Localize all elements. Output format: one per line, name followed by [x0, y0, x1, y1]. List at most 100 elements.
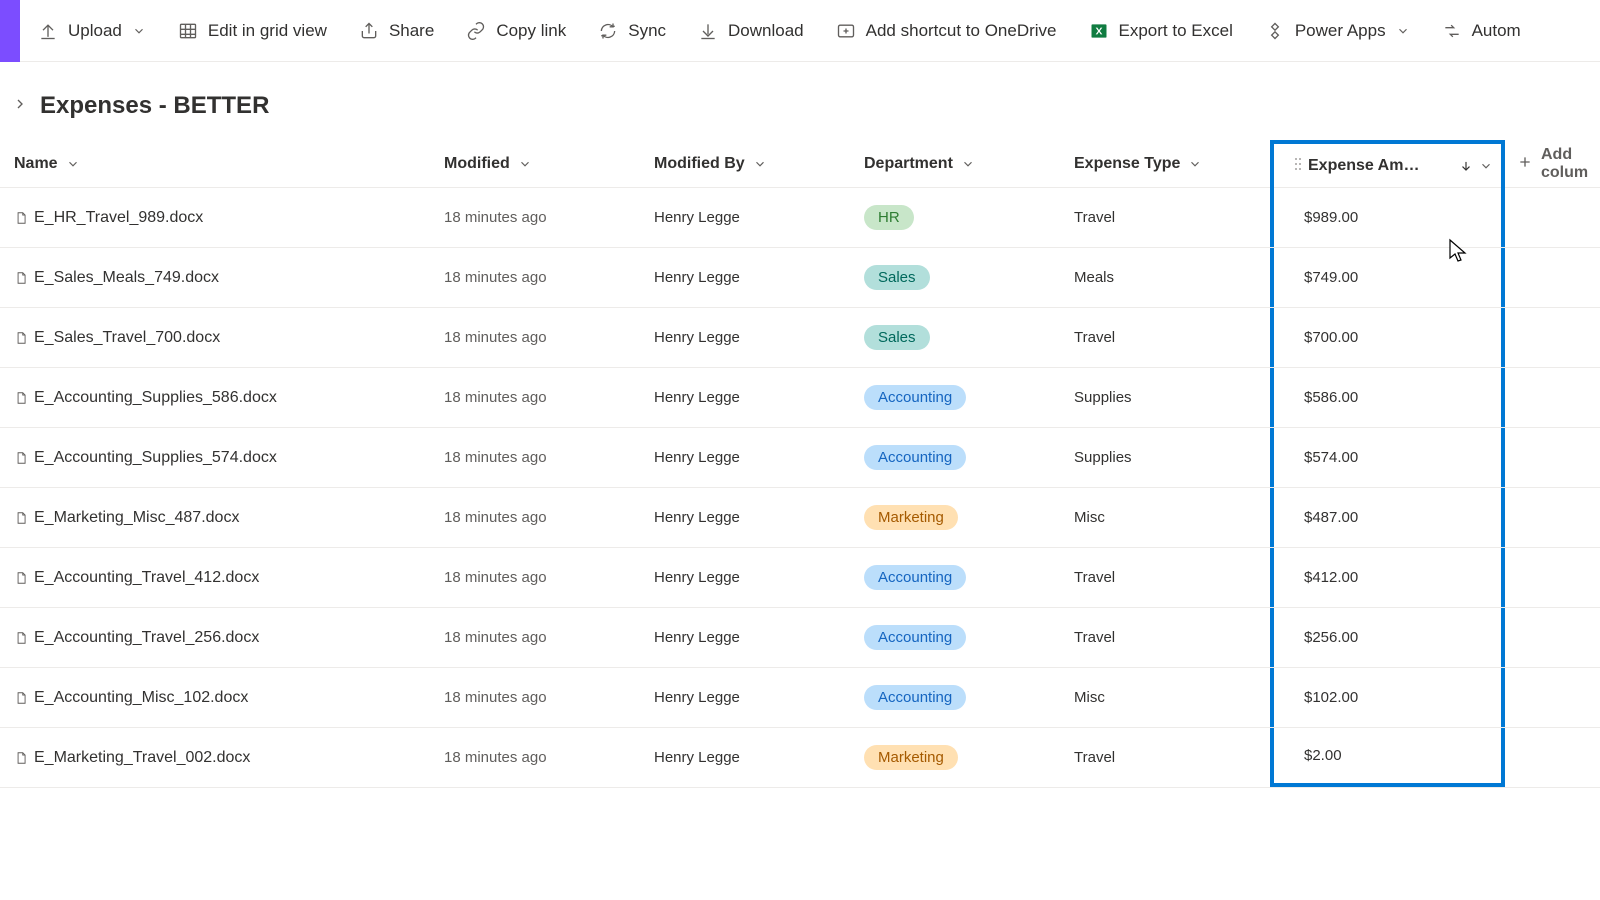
onedrive-shortcut-icon: [836, 21, 856, 41]
column-header-modified-by[interactable]: Modified By: [640, 140, 850, 188]
chevron-down-icon: [518, 157, 532, 171]
file-name-cell[interactable]: E_Sales_Travel_700.docx: [0, 308, 430, 367]
excel-icon: [1089, 21, 1109, 41]
expense-amount-cell: $574.00: [1270, 428, 1505, 487]
copy-link-button[interactable]: Copy link: [452, 13, 580, 49]
table-row[interactable]: E_Marketing_Travel_002.docx 18 minutes a…: [0, 728, 1600, 788]
file-name-cell[interactable]: E_Accounting_Supplies_586.docx: [0, 368, 430, 427]
chevron-down-icon[interactable]: [1479, 159, 1493, 173]
column-header-name[interactable]: Name: [0, 140, 430, 188]
table-row[interactable]: E_Marketing_Misc_487.docx 18 minutes ago…: [0, 488, 1600, 548]
power-apps-button[interactable]: Power Apps: [1251, 13, 1424, 49]
file-name-cell[interactable]: E_HR_Travel_989.docx: [0, 188, 430, 247]
department-cell: Sales: [850, 308, 1060, 367]
file-name-cell[interactable]: E_Marketing_Travel_002.docx: [0, 728, 430, 787]
department-cell: Accounting: [850, 608, 1060, 667]
add-shortcut-button[interactable]: Add shortcut to OneDrive: [822, 13, 1071, 49]
add-column-button[interactable]: Add colum: [1505, 140, 1600, 188]
department-pill[interactable]: Sales: [864, 265, 930, 290]
expense-type-cell: Meals: [1060, 248, 1270, 307]
document-icon: [14, 211, 28, 225]
table-row[interactable]: E_Accounting_Supplies_574.docx 18 minute…: [0, 428, 1600, 488]
chevron-right-icon[interactable]: [12, 96, 28, 116]
expense-type-cell: Travel: [1060, 188, 1270, 247]
modified-by-cell: Henry Legge: [640, 308, 850, 367]
add-shortcut-label: Add shortcut to OneDrive: [866, 21, 1057, 41]
upload-button[interactable]: Upload: [24, 13, 160, 49]
file-name-cell[interactable]: E_Accounting_Supplies_574.docx: [0, 428, 430, 487]
column-label: Expense Am…: [1308, 157, 1419, 175]
department-pill[interactable]: Marketing: [864, 745, 958, 770]
file-name-cell[interactable]: E_Accounting_Travel_256.docx: [0, 608, 430, 667]
table-row[interactable]: E_Sales_Travel_700.docx 18 minutes ago H…: [0, 308, 1600, 368]
chevron-down-icon: [132, 24, 146, 38]
sync-label: Sync: [628, 21, 666, 41]
empty-cell: [1505, 728, 1600, 787]
department-pill[interactable]: Accounting: [864, 445, 966, 470]
chevron-down-icon: [753, 157, 767, 171]
column-header-modified[interactable]: Modified: [430, 140, 640, 188]
modified-cell: 18 minutes ago: [430, 488, 640, 547]
column-header-expense-amount[interactable]: Expense Am…: [1270, 140, 1505, 188]
modified-by-cell: Henry Legge: [640, 488, 850, 547]
expense-type-cell: Misc: [1060, 488, 1270, 547]
edit-grid-label: Edit in grid view: [208, 21, 327, 41]
department-pill[interactable]: Accounting: [864, 625, 966, 650]
document-icon: [14, 451, 28, 465]
department-pill[interactable]: HR: [864, 205, 914, 230]
file-name-cell[interactable]: E_Accounting_Misc_102.docx: [0, 668, 430, 727]
sync-button[interactable]: Sync: [584, 13, 680, 49]
modified-cell: 18 minutes ago: [430, 308, 640, 367]
department-pill[interactable]: Accounting: [864, 565, 966, 590]
file-name: E_Accounting_Misc_102.docx: [34, 689, 248, 707]
file-name-cell[interactable]: E_Marketing_Misc_487.docx: [0, 488, 430, 547]
command-bar: Upload Edit in grid view Share Copy link…: [0, 0, 1600, 62]
automate-label: Autom: [1472, 21, 1521, 41]
empty-cell: [1505, 608, 1600, 667]
document-icon: [14, 571, 28, 585]
table-row[interactable]: E_Accounting_Travel_412.docx 18 minutes …: [0, 548, 1600, 608]
file-name-cell[interactable]: E_Sales_Meals_749.docx: [0, 248, 430, 307]
modified-by-cell: Henry Legge: [640, 368, 850, 427]
document-list: Name Modified Modified By Department Exp…: [0, 140, 1600, 788]
download-button[interactable]: Download: [684, 13, 818, 49]
table-row[interactable]: E_Accounting_Misc_102.docx 18 minutes ag…: [0, 668, 1600, 728]
modified-cell: 18 minutes ago: [430, 548, 640, 607]
expense-type-cell: Misc: [1060, 668, 1270, 727]
breadcrumb: Expenses - BETTER: [0, 62, 1600, 140]
department-pill[interactable]: Accounting: [864, 385, 966, 410]
file-name-cell[interactable]: E_Accounting_Travel_412.docx: [0, 548, 430, 607]
file-name: E_Accounting_Supplies_574.docx: [34, 449, 277, 467]
modified-by-cell: Henry Legge: [640, 428, 850, 487]
table-row[interactable]: E_Accounting_Supplies_586.docx 18 minute…: [0, 368, 1600, 428]
edit-grid-button[interactable]: Edit in grid view: [164, 13, 341, 49]
table-row[interactable]: E_Sales_Meals_749.docx 18 minutes ago He…: [0, 248, 1600, 308]
department-pill[interactable]: Sales: [864, 325, 930, 350]
upload-label: Upload: [68, 21, 122, 41]
export-excel-button[interactable]: Export to Excel: [1075, 13, 1247, 49]
share-label: Share: [389, 21, 434, 41]
table-row[interactable]: E_Accounting_Travel_256.docx 18 minutes …: [0, 608, 1600, 668]
column-header-row: Name Modified Modified By Department Exp…: [0, 140, 1600, 188]
modified-cell: 18 minutes ago: [430, 248, 640, 307]
chevron-down-icon: [66, 157, 80, 171]
drag-handle-icon[interactable]: [1294, 157, 1302, 176]
department-pill[interactable]: Marketing: [864, 505, 958, 530]
expense-type-cell: Travel: [1060, 608, 1270, 667]
chevron-down-icon: [1188, 157, 1202, 171]
file-name: E_Sales_Travel_700.docx: [34, 329, 220, 347]
share-button[interactable]: Share: [345, 13, 448, 49]
automate-icon: [1442, 21, 1462, 41]
document-icon: [14, 271, 28, 285]
department-pill[interactable]: Accounting: [864, 685, 966, 710]
expense-amount-cell: $2.00: [1270, 728, 1505, 787]
column-header-expense-type[interactable]: Expense Type: [1060, 140, 1270, 188]
expense-type-cell: Travel: [1060, 308, 1270, 367]
column-header-department[interactable]: Department: [850, 140, 1060, 188]
modified-by-cell: Henry Legge: [640, 668, 850, 727]
expense-amount-cell: $700.00: [1270, 308, 1505, 367]
automate-button[interactable]: Autom: [1428, 13, 1535, 49]
table-row[interactable]: E_HR_Travel_989.docx 18 minutes ago Henr…: [0, 188, 1600, 248]
chevron-down-icon: [961, 157, 975, 171]
empty-cell: [1505, 308, 1600, 367]
